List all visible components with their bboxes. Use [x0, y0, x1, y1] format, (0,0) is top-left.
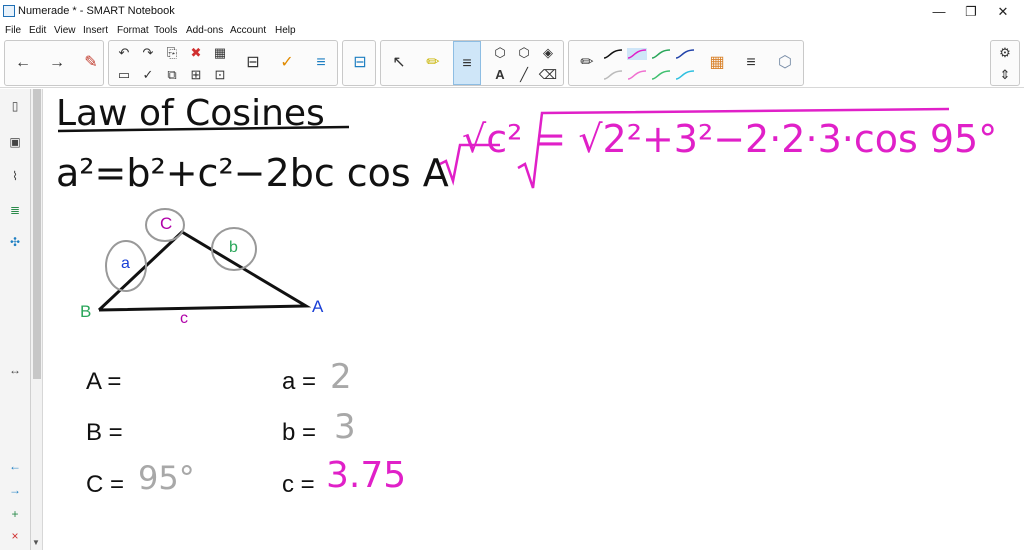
check-icon[interactable]: ✓: [137, 65, 159, 85]
previous-page-icon[interactable]: ←: [6, 457, 24, 475]
activity-builder-icon[interactable]: ≡: [307, 41, 335, 85]
side-c-value: 3.75: [326, 455, 407, 496]
side-tab-bar: ▯ ▣ ⌇ ≣ ✣ ↔ ← → + ×: [0, 89, 31, 550]
pen-style-pink-icon[interactable]: [627, 69, 647, 81]
screen-capture-icon[interactable]: ⊞: [185, 65, 207, 85]
pen-style-green-icon[interactable]: [651, 48, 671, 60]
puzzle-addon-icon[interactable]: ⊟: [346, 41, 374, 85]
substitution-expression: √c² = √2²+3²−2·2·3·cos 95°: [462, 117, 998, 161]
pen-style-gray-icon[interactable]: [603, 69, 623, 81]
vertex-a-label: A: [312, 297, 324, 316]
color-palette-icon[interactable]: ▦: [703, 41, 731, 85]
handwriting-icon[interactable]: ⊡: [209, 65, 231, 85]
settings-gear-icon[interactable]: ⚙: [994, 43, 1016, 63]
side-a-label: a: [121, 255, 130, 272]
fill-tool-icon[interactable]: ◈: [537, 43, 559, 63]
paste-icon[interactable]: ⎘: [161, 43, 183, 63]
menu-file[interactable]: File: [5, 24, 21, 38]
pen-style-cyan-icon[interactable]: [675, 69, 695, 81]
menu-bar: File Edit View Insert Format Tools Add-o…: [0, 24, 1024, 40]
smart-notebook-app-icon: [3, 5, 15, 17]
side-a-value: 2: [330, 357, 352, 397]
scrollbar-thumb[interactable]: [33, 89, 41, 379]
collapse-sidebar-icon[interactable]: ↔: [6, 361, 24, 379]
page-sorter-icon[interactable]: ▯: [6, 97, 24, 115]
response-icon[interactable]: ✓: [273, 41, 301, 85]
side-c-label: c: [180, 310, 188, 327]
title-bar: Numerade * - SMART Notebook — ❐ ✕: [0, 0, 1024, 24]
pen-style-lightgreen-icon[interactable]: [651, 69, 671, 81]
properties-icon[interactable]: ≣: [6, 201, 24, 219]
magic-pen-tool-icon[interactable]: ≡: [453, 41, 481, 85]
previous-page-button[interactable]: ←: [9, 41, 37, 85]
main-toolbar: ← → ✎ ↶ ↷ ⎘ ✖ ▦ ▭ ✓ ⧉ ⊞ ⊡ ⊟ ✓ ≡ ⊟ ↖ ✏ ≡ …: [0, 40, 1024, 88]
expand-toolbar-icon[interactable]: ⇕: [994, 65, 1016, 85]
menu-view[interactable]: View: [54, 24, 76, 38]
pen-style-blue-icon[interactable]: [675, 48, 695, 60]
menu-insert[interactable]: Insert: [83, 24, 108, 38]
save-icon[interactable]: ⧉: [161, 65, 183, 85]
angle-a-label: A =: [86, 368, 122, 395]
document-camera-icon[interactable]: ⊟: [239, 41, 267, 85]
table-icon[interactable]: ▦: [209, 43, 231, 63]
delete-icon[interactable]: ✖: [185, 43, 207, 63]
select-tool-icon[interactable]: ↖: [385, 41, 413, 85]
polygon-tool-icon[interactable]: ⬡: [513, 43, 535, 63]
text-tool-icon[interactable]: A: [489, 65, 511, 85]
side-a-equation-label: a =: [282, 368, 317, 395]
settings-group: ⚙ ⇕: [990, 40, 1020, 86]
eraser-tool-icon[interactable]: ⌫: [537, 65, 559, 85]
side-b-equation-label: b =: [282, 419, 317, 446]
delete-page-icon[interactable]: ×: [6, 527, 24, 545]
pen-tool-icon[interactable]: ✏: [419, 41, 447, 85]
line-style-icon[interactable]: ≡: [737, 41, 765, 85]
angle-c-label: C =: [86, 471, 125, 498]
gallery-icon[interactable]: ▣: [6, 133, 24, 151]
angle-c-value: 95°: [138, 459, 195, 497]
next-page-icon[interactable]: →: [6, 481, 24, 499]
addons-icon[interactable]: ✣: [6, 233, 24, 251]
redo-icon[interactable]: ↷: [137, 43, 159, 63]
addons-group: ⊟: [342, 40, 376, 86]
vertex-b-label: B: [80, 302, 92, 321]
whiteboard-canvas[interactable]: Law of Cosines a²=b²+c²−2bc cos A √c² = …: [44, 89, 1024, 550]
next-page-button[interactable]: →: [43, 41, 71, 85]
menu-format[interactable]: Format: [117, 24, 149, 38]
navigation-group: ← → ✎: [4, 40, 104, 86]
triangle-shape: [97, 230, 312, 312]
menu-account[interactable]: Account: [230, 24, 266, 38]
pen-style-black-icon[interactable]: [603, 48, 623, 60]
side-b-value: 3: [334, 407, 356, 447]
vertex-c-label: C: [160, 214, 173, 233]
side-c-equation-label: c =: [282, 471, 315, 498]
side-b-label: b: [229, 239, 238, 256]
menu-addons[interactable]: Add-ons: [186, 24, 223, 38]
scroll-down-arrow-icon[interactable]: ▼: [32, 538, 40, 547]
add-page-icon[interactable]: ▭: [113, 65, 135, 85]
window-title: Numerade * - SMART Notebook: [18, 5, 175, 17]
restore-button[interactable]: ❐: [956, 3, 986, 21]
menu-tools[interactable]: Tools: [154, 24, 177, 38]
sidebar-scrollbar[interactable]: ▼: [31, 89, 43, 550]
add-page-button[interactable]: ✎: [77, 41, 105, 85]
menu-edit[interactable]: Edit: [29, 24, 46, 38]
tools-group: ↖ ✏ ≡ ⬡ ⬡ ◈ A ╱ ⌫: [380, 40, 564, 86]
close-button[interactable]: ✕: [988, 3, 1018, 21]
pen-properties-group: ✏ ▦ ≡ ⬡: [568, 40, 804, 86]
edit-group: ↶ ↷ ⎘ ✖ ▦ ▭ ✓ ⧉ ⊞ ⊡ ⊟ ✓ ≡: [108, 40, 338, 86]
attachments-icon[interactable]: ⌇: [6, 167, 24, 185]
undo-icon[interactable]: ↶: [113, 43, 135, 63]
menu-help[interactable]: Help: [275, 24, 296, 38]
angle-b-label: B =: [86, 419, 123, 446]
shape-tool-icon[interactable]: ⬡: [489, 43, 511, 63]
add-page-icon[interactable]: +: [6, 505, 24, 523]
heading-law-of-cosines: Law of Cosines: [56, 93, 325, 134]
line-tool-icon[interactable]: ╱: [513, 65, 535, 85]
law-of-cosines-formula: a²=b²+c²−2bc cos A: [56, 151, 449, 195]
transparency-icon[interactable]: ⬡: [771, 41, 799, 85]
pen-type-icon[interactable]: ✏: [573, 41, 601, 85]
minimize-button[interactable]: —: [924, 3, 954, 21]
pen-style-magenta-icon[interactable]: [627, 48, 647, 60]
